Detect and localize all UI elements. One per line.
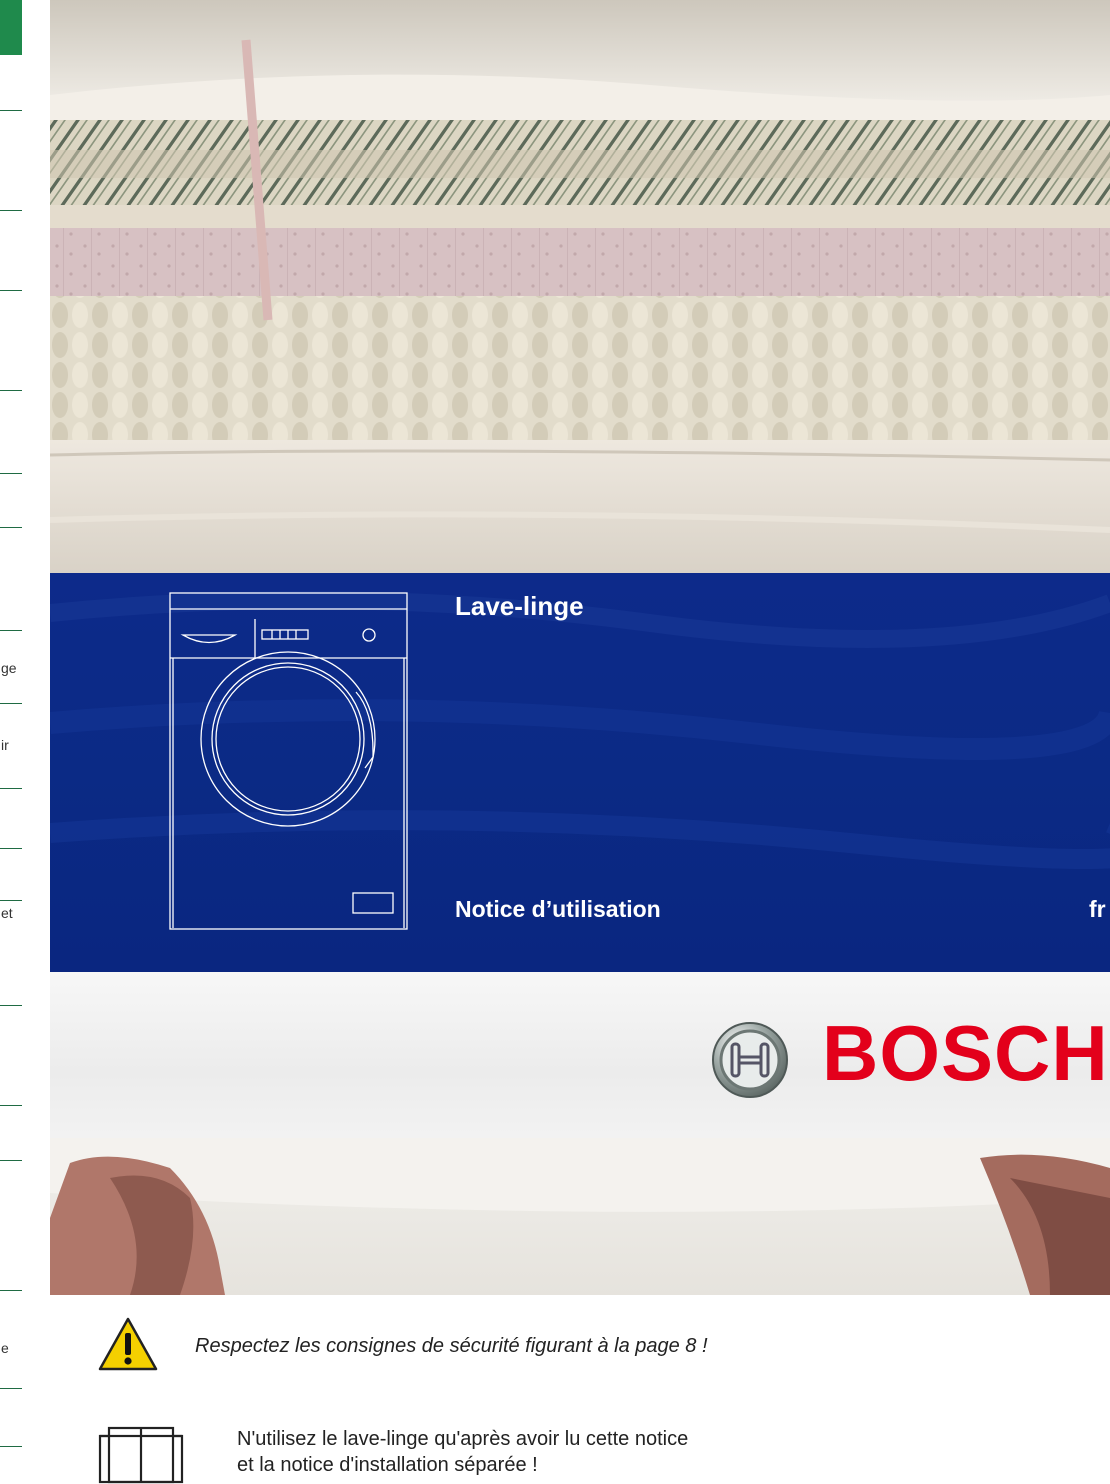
index-tick bbox=[0, 527, 22, 528]
read-manual-line-1: N'utilisez le lave-linge qu'après avoir … bbox=[237, 1428, 689, 1450]
index-tick bbox=[0, 390, 22, 391]
index-fragment: ge bbox=[1, 660, 17, 676]
product-title: Lave-linge bbox=[455, 591, 584, 621]
index-tick bbox=[0, 848, 22, 849]
index-tick bbox=[0, 1388, 22, 1389]
index-tick bbox=[0, 290, 22, 291]
read-manual-line-2: et la notice d'installation séparée ! bbox=[237, 1454, 538, 1476]
safety-notice: Respectez les consignes de sécurité figu… bbox=[195, 1335, 708, 1357]
index-fragment: ir bbox=[1, 737, 9, 753]
hands-illustration bbox=[50, 1138, 1110, 1295]
brand-wordmark: BOSCH bbox=[822, 1009, 1109, 1097]
washing-machine-icon bbox=[169, 592, 408, 930]
index-tick bbox=[0, 1005, 22, 1006]
index-tick bbox=[0, 630, 22, 631]
brand-logo-area: BOSCH bbox=[50, 972, 1110, 1138]
index-fragment: et bbox=[1, 905, 13, 921]
index-tick bbox=[0, 210, 22, 211]
index-tick bbox=[0, 1105, 22, 1106]
index-fragment: e bbox=[1, 1340, 9, 1356]
language-code: fr bbox=[1089, 896, 1106, 922]
index-tick bbox=[0, 1160, 22, 1161]
left-index-strip: ge ir et e bbox=[0, 0, 24, 1484]
document-type: Notice d’utilisation bbox=[455, 896, 661, 922]
open-book-icon bbox=[98, 1426, 184, 1484]
index-tick bbox=[0, 703, 22, 704]
linen-stack-photo bbox=[50, 0, 1110, 573]
hands-photo bbox=[50, 1138, 1110, 1295]
bosch-emblem-icon bbox=[712, 1022, 788, 1098]
index-tick bbox=[0, 473, 22, 474]
warning-triangle-icon bbox=[98, 1317, 158, 1371]
index-green-tab bbox=[0, 0, 22, 55]
index-tick bbox=[0, 1446, 22, 1447]
index-tick bbox=[0, 900, 22, 901]
linen-stack-illustration bbox=[50, 0, 1110, 573]
index-tick bbox=[0, 110, 22, 111]
index-tick bbox=[0, 1290, 22, 1291]
index-tick bbox=[0, 788, 22, 789]
cover-title-band: Lave-linge Notice d’utilisation fr bbox=[50, 573, 1110, 972]
manual-cover-page: ge ir et e Lave-linge Notice d’utilisati… bbox=[0, 0, 1110, 1484]
read-manual-notice: N'utilisez le lave-linge qu'après avoir … bbox=[237, 1426, 688, 1478]
